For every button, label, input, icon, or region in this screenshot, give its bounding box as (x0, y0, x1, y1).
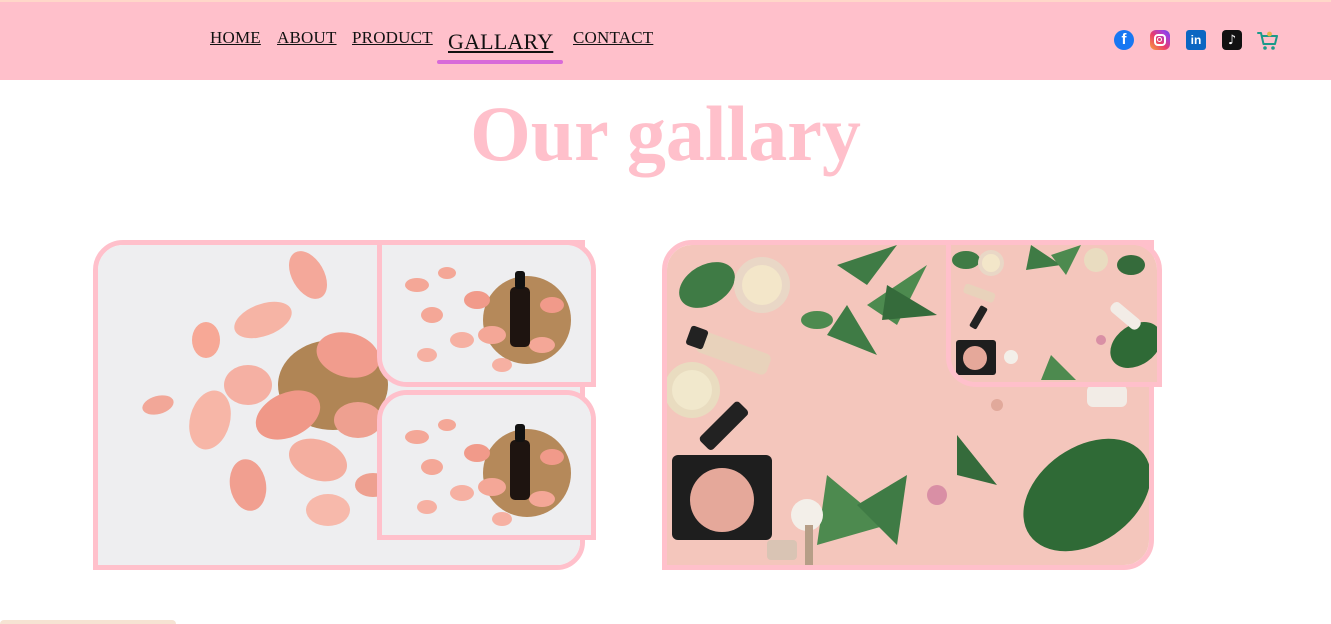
tiktok-icon[interactable]: ♪ (1222, 30, 1242, 50)
cart-icon[interactable] (1256, 29, 1280, 53)
facebook-glyph: f (1121, 31, 1127, 48)
nav-contact-link[interactable]: CONTACT (573, 28, 653, 48)
nav-product-link[interactable]: PRODUCT (352, 28, 433, 48)
bottom-strip (0, 620, 176, 624)
gallery-image-cosmetics-small[interactable] (946, 240, 1162, 387)
active-nav-underline (437, 60, 563, 64)
nav-home-link[interactable]: HOME (210, 28, 261, 48)
linkedin-glyph: in (1190, 33, 1202, 47)
gallery-image-serum-top[interactable] (377, 240, 596, 387)
instagram-icon[interactable] (1150, 30, 1170, 50)
nav-gallary-link[interactable]: GALLARY (448, 29, 553, 55)
facebook-icon[interactable]: f (1114, 30, 1134, 50)
tiktok-glyph: ♪ (1227, 32, 1237, 48)
gallery-image-serum-bottom[interactable] (377, 390, 596, 540)
nav-about-link[interactable]: ABOUT (277, 28, 337, 48)
linkedin-icon[interactable]: in (1186, 30, 1206, 50)
navbar: HOME ABOUT PRODUCT GALLARY CONTACT f in … (0, 0, 1331, 80)
page-title: Our gallary (470, 90, 861, 177)
